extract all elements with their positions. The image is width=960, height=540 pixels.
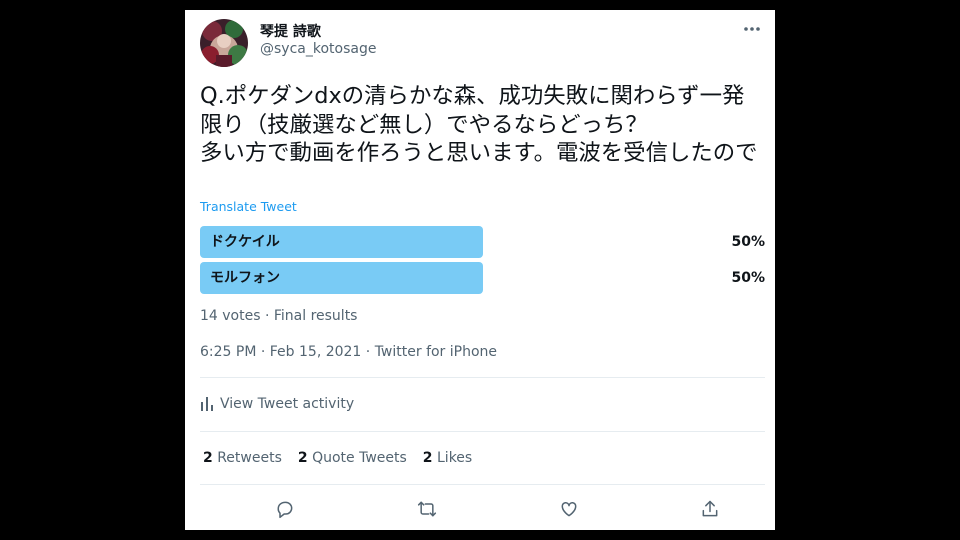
poll-option-label: ドクケイル bbox=[210, 234, 280, 250]
poll-option-percent: 50% bbox=[731, 270, 765, 286]
divider bbox=[200, 431, 765, 432]
reply-icon[interactable] bbox=[270, 494, 300, 524]
tweet-timestamp[interactable]: 6:25 PM · Feb 15, 2021 · Twitter for iPh… bbox=[200, 344, 497, 360]
display-name[interactable]: 琴提 詩歌 bbox=[260, 21, 321, 41]
view-activity-link[interactable]: View Tweet activity bbox=[200, 396, 354, 412]
heart-icon[interactable] bbox=[554, 494, 584, 524]
retweet-icon[interactable] bbox=[412, 494, 442, 524]
retweets-count: 2 bbox=[203, 450, 213, 466]
likes-count: 2 bbox=[422, 450, 433, 466]
avatar[interactable] bbox=[200, 19, 248, 67]
poll-option-percent: 50% bbox=[731, 234, 765, 250]
quote-tweets-count: 2 bbox=[297, 450, 308, 466]
likes-stat[interactable]: 2 Likes bbox=[423, 450, 472, 466]
share-icon[interactable] bbox=[695, 494, 725, 524]
more-icon[interactable] bbox=[741, 18, 763, 40]
tweet-actions bbox=[200, 494, 765, 524]
translate-link[interactable]: Translate Tweet bbox=[200, 199, 297, 214]
divider bbox=[200, 484, 765, 485]
poll-results-meta: 14 votes · Final results bbox=[200, 308, 358, 324]
poll-option-label: モルフォン bbox=[210, 270, 280, 286]
user-handle[interactable]: @syca_kotosage bbox=[260, 41, 376, 57]
view-activity-label: View Tweet activity bbox=[220, 396, 355, 412]
tweet-stats: 2 Retweets 2 Quote Tweets 2 Likes bbox=[203, 450, 472, 466]
retweets-stat[interactable]: 2 Retweets bbox=[203, 450, 282, 466]
retweets-label: Retweets bbox=[217, 450, 282, 466]
likes-label: Likes bbox=[437, 450, 473, 466]
divider bbox=[200, 377, 765, 378]
tweet-text: Q.ポケダンdxの清らかな森、成功失敗に関わらず一発限り（技厳選など無し）でやる… bbox=[200, 83, 758, 166]
poll-option: ドクケイル 50% bbox=[200, 226, 765, 258]
bar-chart-icon bbox=[201, 397, 213, 411]
quote-tweets-label: Quote Tweets bbox=[312, 450, 407, 466]
poll-option: モルフォン 50% bbox=[200, 262, 765, 294]
quote-tweets-stat[interactable]: 2 Quote Tweets bbox=[298, 450, 407, 466]
tweet-card: 琴提 詩歌 @syca_kotosage Q.ポケダンdxの清らかな森、成功失敗… bbox=[185, 10, 775, 530]
